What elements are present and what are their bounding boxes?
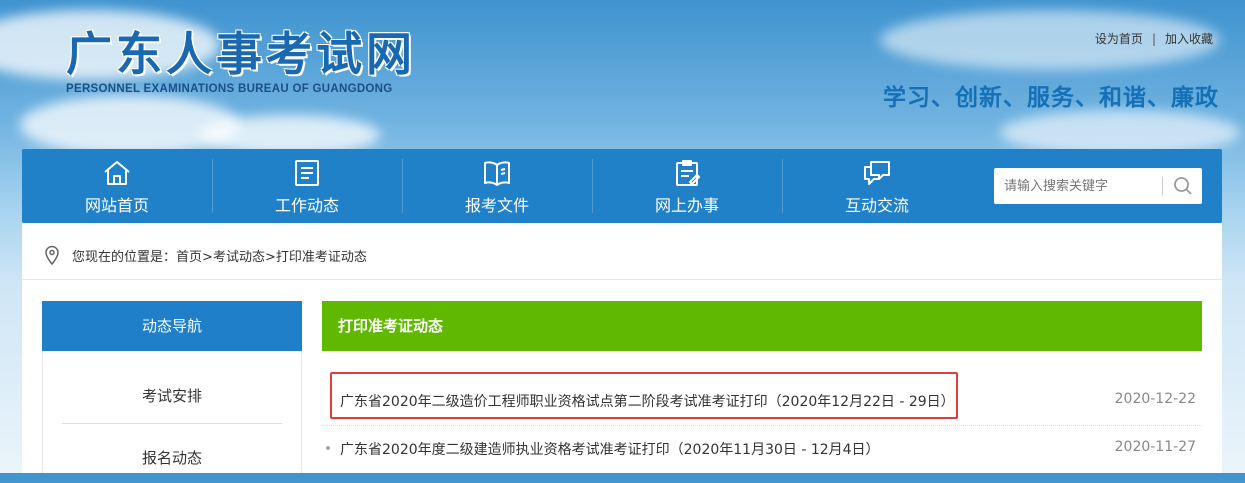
- breadcrumb-exam-news[interactable]: 考试动态: [213, 250, 265, 265]
- sidebar-divider: [62, 423, 282, 424]
- nav-item-work-news[interactable]: 工作动态: [212, 149, 402, 223]
- search-divider: [1162, 177, 1163, 195]
- sidebar-item-exam-schedule[interactable]: 考试安排: [42, 371, 302, 421]
- site-title: 广东人事考试网: [66, 27, 416, 81]
- chat-bubbles-icon: [864, 161, 890, 185]
- nav-item-exam-docs[interactable]: 报考文件: [402, 149, 592, 223]
- nav-item-label: 报考文件: [464, 196, 529, 215]
- list-item[interactable]: 广东省2020年度二级建造师执业资格考试准考证打印（2020年11月30日 - …: [322, 433, 1202, 463]
- nav-item-label: 工作动态: [274, 196, 339, 215]
- sidebar-heading: 动态导航: [42, 301, 302, 351]
- location-pin-icon: [45, 245, 59, 265]
- breadcrumb-current[interactable]: 打印准考证动态: [276, 250, 367, 265]
- search-input[interactable]: [1004, 168, 1154, 204]
- sidebar: 动态导航 考试安排 报名动态: [42, 301, 302, 473]
- nav-item-label: 互动交流: [844, 196, 909, 215]
- site-slogan: 学习、创新、服务、和谐、廉政: [883, 85, 1219, 111]
- news-date: 2020-12-22: [1114, 391, 1196, 407]
- nav-item-online-services[interactable]: 网上办事: [592, 149, 782, 223]
- news-title[interactable]: 广东省2020年度二级建造师执业资格考试准考证打印（2020年11月30日 - …: [340, 439, 880, 459]
- nav-item-interaction[interactable]: 互动交流: [782, 149, 972, 223]
- breadcrumb-text: 您现在的位置是：首页>考试动态>打印准考证动态: [72, 246, 367, 265]
- main-heading: 打印准考证动态: [322, 301, 1202, 351]
- main-list: 打印准考证动态 广东省2020年二级造价工程师职业资格试点第二阶段考试准考证打印…: [322, 301, 1202, 473]
- set-homepage-link[interactable]: 设为首页: [1095, 32, 1143, 46]
- add-favorite-link[interactable]: 加入收藏: [1165, 32, 1213, 46]
- search-icon[interactable]: [1172, 175, 1194, 197]
- breadcrumb-separator: >: [264, 250, 276, 265]
- breadcrumb-separator: >: [202, 250, 213, 265]
- news-title[interactable]: 广东省2020年二级造价工程师职业资格试点第二阶段考试准考证打印（2020年12…: [340, 391, 955, 411]
- nav-item-label: 网站首页: [84, 196, 149, 215]
- top-links: 设为首页 | 加入收藏: [1095, 30, 1213, 47]
- bullet-icon: [326, 446, 330, 450]
- home-icon: [104, 161, 130, 185]
- site-header: 广东人事考试网 PERSONNEL EXAMINATIONS BUREAU OF…: [0, 0, 1245, 149]
- nav-item-label: 网上办事: [654, 196, 719, 215]
- breadcrumb-home[interactable]: 首页: [176, 250, 202, 265]
- open-book-icon: [484, 161, 510, 186]
- main-nav: 网站首页 工作动态 报考文件 网上办事 互动交流: [22, 149, 1222, 223]
- row-divider: [322, 425, 1202, 427]
- site-subtitle: PERSONNEL EXAMINATIONS BUREAU OF GUANGDO…: [66, 83, 393, 95]
- document-list-icon: [295, 160, 319, 186]
- breadcrumb-divider: [22, 279, 1222, 280]
- breadcrumb-prefix: 您现在的位置是：: [72, 250, 177, 265]
- news-date: 2020-11-27: [1114, 439, 1196, 455]
- search-box: [994, 168, 1202, 204]
- nav-item-home[interactable]: 网站首页: [22, 149, 212, 223]
- content-panel: 您现在的位置是：首页>考试动态>打印准考证动态 动态导航 考试安排 报名动态 打…: [22, 223, 1222, 473]
- sidebar-item-registration-news[interactable]: 报名动态: [42, 433, 302, 483]
- list-item[interactable]: 广东省2020年二级造价工程师职业资格试点第二阶段考试准考证打印（2020年12…: [322, 385, 1202, 415]
- top-links-separator: |: [1151, 32, 1156, 46]
- clipboard-icon: [676, 160, 700, 186]
